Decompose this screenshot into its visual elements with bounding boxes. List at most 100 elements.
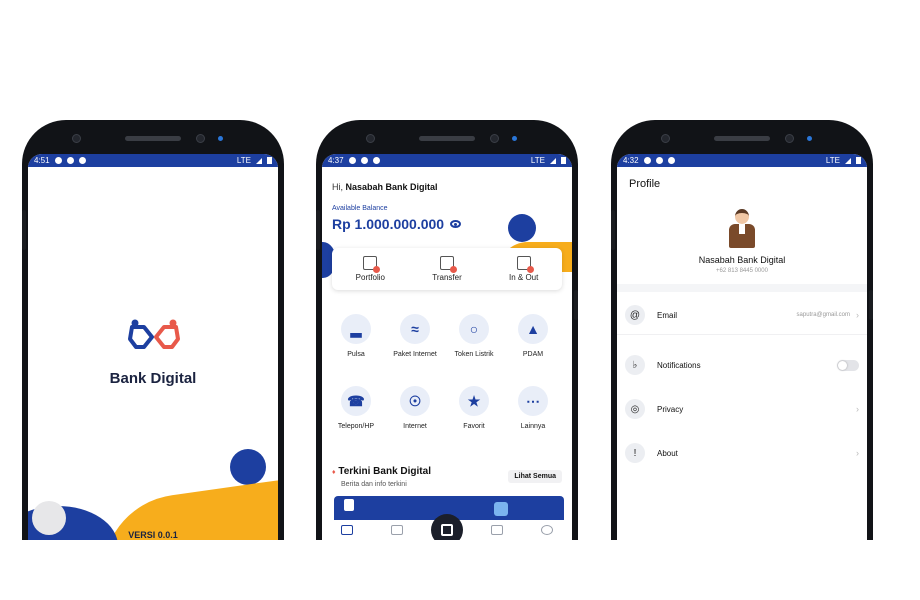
section-divider <box>617 284 867 292</box>
menu-label: Notifications <box>657 360 701 370</box>
avatar <box>726 209 758 249</box>
card-nav-icon[interactable] <box>491 525 503 535</box>
signal-icon <box>550 157 556 164</box>
news-subtitle: Berita dan info terkini <box>341 481 407 488</box>
greeting-prefix: Hi, <box>332 182 343 192</box>
menu-label: Email <box>657 310 678 320</box>
lightbulb-icon: ○ <box>459 314 489 344</box>
page-title: Profile <box>629 178 661 190</box>
service-lainnya[interactable]: ⋯ Lainnya <box>503 386 563 430</box>
decor-circle-navy <box>508 214 536 242</box>
mockup-stage: 4:51 LTE Bank Digital VERSI 0.0.1 4:37 L… <box>0 0 920 600</box>
home-nav-icon[interactable] <box>341 525 353 535</box>
sync-status-icon <box>372 157 380 164</box>
history-nav-icon[interactable] <box>391 525 403 535</box>
front-camera-icon <box>366 134 375 143</box>
profile-name: Nasabah Bank Digital <box>698 255 786 265</box>
chevron-right-icon: › <box>856 448 859 458</box>
broadcast-icon: ☉ <box>400 386 430 416</box>
menu-item-about[interactable]: ! About › <box>625 440 859 466</box>
signal-icon <box>256 157 262 164</box>
volume-button <box>611 210 615 250</box>
chevron-right-icon: › <box>856 310 859 320</box>
document-icon <box>344 499 354 511</box>
service-label: Favorit <box>463 423 485 430</box>
scan-icon <box>441 524 453 536</box>
service-token-listrik[interactable]: ○ Token Listrik <box>444 314 504 358</box>
play-status-icon <box>360 157 368 164</box>
app-name: Bank Digital <box>109 370 197 387</box>
scan-qr-button[interactable] <box>431 514 463 540</box>
phone-bezel <box>22 120 284 154</box>
privacy-icon: ◎ <box>625 399 645 419</box>
status-time: 4:37 <box>328 156 344 165</box>
service-paket-internet[interactable]: ≈ Paket Internet <box>385 314 445 358</box>
available-balance-label: Available Balance <box>332 205 388 212</box>
play-status-icon <box>66 157 74 164</box>
service-label: Lainnya <box>520 423 546 430</box>
news-section-title: ♦ Terkini Bank Digital <box>332 466 431 477</box>
profile-screen: 4:32 LTE Profile Nasabah Bank Digital +6… <box>617 154 867 540</box>
water-drop-icon: ▲ <box>518 314 548 344</box>
quick-actions-card: Portfolio Transfer In & Out <box>332 248 562 290</box>
phone-bezel <box>316 120 578 154</box>
user-name: Nasabah Bank Digital <box>345 182 438 192</box>
quick-action-label: Portfolio <box>355 273 386 282</box>
menu-item-privacy[interactable]: ◎ Privacy › <box>625 396 859 422</box>
service-pdam[interactable]: ▲ PDAM <box>503 314 563 358</box>
service-label: Token Listrik <box>454 351 494 358</box>
signal-bars-icon: ▂ <box>341 314 371 344</box>
settings-status-icon <box>54 157 62 164</box>
service-telepon[interactable]: ☎ Telepon/HP <box>326 386 386 430</box>
balance-amount: Rp 1.000.000.000 <box>332 216 462 232</box>
profile-nav-icon[interactable] <box>541 525 553 535</box>
sensor-icon <box>196 134 205 143</box>
service-favorit[interactable]: ★ Favorit <box>444 386 504 430</box>
front-camera-icon <box>661 134 670 143</box>
sensor-icon <box>490 134 499 143</box>
status-bar: 4:37 LTE <box>322 154 572 167</box>
service-label: PDAM <box>522 351 544 358</box>
service-label: Paket Internet <box>393 351 437 358</box>
play-status-icon <box>655 157 663 164</box>
more-dots-icon: ⋯ <box>518 386 548 416</box>
status-bar: 4:32 LTE <box>617 154 867 167</box>
wifi-icon: ≈ <box>400 314 430 344</box>
sensor-icon <box>785 134 794 143</box>
volume-button <box>316 210 320 250</box>
battery-icon <box>267 157 272 164</box>
quick-action-label: Transfer <box>432 273 462 282</box>
decor-circle-navy <box>230 449 266 485</box>
quick-action-transfer[interactable]: Transfer <box>409 248 486 290</box>
balance-value: Rp 1.000.000.000 <box>332 216 445 232</box>
home-screen: 4:37 LTE Hi, Nasabah Bank Digital Availa… <box>322 154 572 540</box>
profile-phone: +62 813 8445 0000 <box>716 268 768 274</box>
email-value: saputra@gmail.com <box>796 312 850 318</box>
menu-item-email[interactable]: @ Email saputra@gmail.com › <box>625 302 859 328</box>
at-sign-icon: @ <box>625 305 645 325</box>
transfer-icon <box>440 256 457 273</box>
settings-status-icon <box>348 157 356 164</box>
settings-status-icon <box>643 157 651 164</box>
sync-status-icon <box>667 157 675 164</box>
notifications-toggle[interactable] <box>837 359 859 371</box>
splash-screen: 4:51 LTE Bank Digital VERSI 0.0.1 <box>28 154 278 540</box>
status-bar: 4:51 LTE <box>28 154 278 167</box>
quick-action-in-out[interactable]: In & Out <box>485 248 562 290</box>
phone-bezel <box>611 120 873 154</box>
network-type: LTE <box>825 156 840 165</box>
service-pulsa[interactable]: ▂ Pulsa <box>326 314 386 358</box>
news-icon: ♦ <box>332 469 336 476</box>
phone-icon: ☎ <box>341 386 371 416</box>
bell-icon: ♭ <box>625 355 645 375</box>
sensor-light-icon <box>218 136 223 141</box>
front-camera-icon <box>72 134 81 143</box>
battery-icon <box>856 157 861 164</box>
speaker-grille <box>125 136 181 141</box>
see-all-button[interactable]: Lihat Semua <box>508 470 562 483</box>
eye-icon[interactable] <box>450 220 462 228</box>
signal-icon <box>845 157 851 164</box>
service-internet[interactable]: ☉ Internet <box>385 386 445 430</box>
quick-action-portfolio[interactable]: Portfolio <box>332 248 409 290</box>
menu-item-notifications[interactable]: ♭ Notifications <box>625 352 859 378</box>
